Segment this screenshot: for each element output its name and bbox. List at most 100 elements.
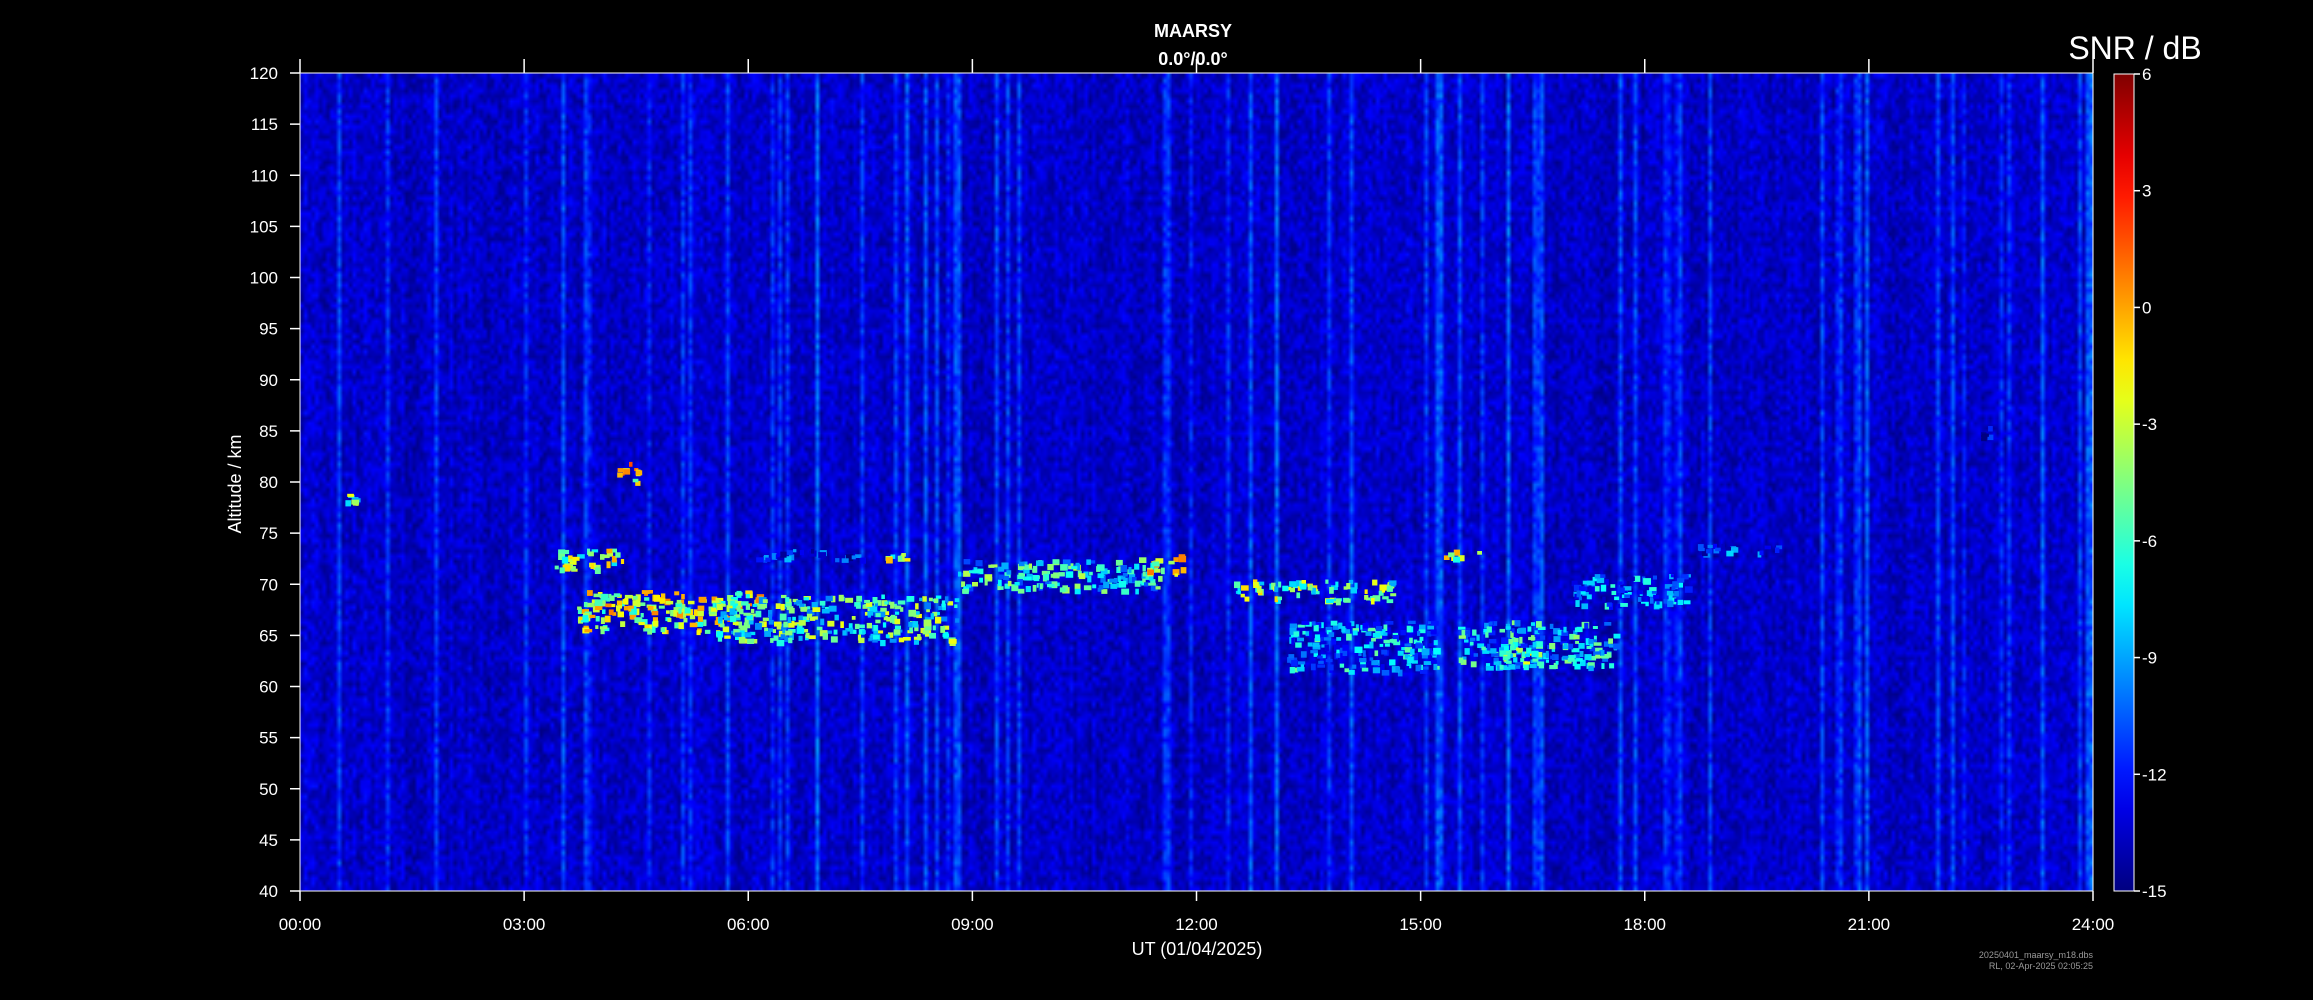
echo-cell <box>651 626 656 633</box>
echo-cell <box>1594 574 1601 579</box>
echo-cell <box>1516 647 1520 651</box>
echo-cell <box>594 567 601 574</box>
echo-cell <box>1001 562 1009 570</box>
echo-cell <box>1300 583 1307 588</box>
echo-cell <box>693 609 698 616</box>
echo-cell <box>1646 590 1653 596</box>
echo-cell <box>1568 643 1574 650</box>
echo-cell <box>1039 583 1043 590</box>
echo-cell <box>681 594 685 600</box>
echo-cell <box>1488 621 1493 626</box>
echo-cell <box>744 632 752 638</box>
y-tick-label: 75 <box>259 524 278 543</box>
echo-cell <box>1458 657 1464 664</box>
echo-cell <box>1715 547 1721 552</box>
echo-cell <box>796 600 803 605</box>
echo-cell <box>893 629 901 635</box>
echo-cell <box>722 603 726 607</box>
echo-cell <box>1381 670 1390 676</box>
echo-cell <box>788 607 795 614</box>
echo-cell <box>1427 625 1435 630</box>
echo-cell <box>1152 561 1160 567</box>
echo-cell <box>1405 666 1410 671</box>
echo-cell <box>1316 655 1323 659</box>
echo-cell <box>1103 581 1110 589</box>
echo-cell <box>600 554 605 560</box>
echo-cell <box>584 602 588 607</box>
echo-cell <box>654 595 660 602</box>
echo-cell <box>743 612 751 616</box>
echo-cell <box>752 603 757 607</box>
echo-cell <box>1339 663 1345 668</box>
echo-cell <box>572 556 580 561</box>
echo-cell <box>1579 651 1584 657</box>
chart: MAARSY 0.0°/0.0° SNR / dB 00:00 03:00 06:0… <box>0 0 2313 1000</box>
echo-cell <box>788 637 793 644</box>
echo-cell <box>643 628 651 632</box>
echo-cell <box>820 618 825 626</box>
echo-cell <box>647 606 654 611</box>
echo-cell <box>1352 664 1357 669</box>
echo-cell <box>1407 656 1414 664</box>
echo-cell <box>1237 588 1241 595</box>
echo-cell <box>678 608 682 614</box>
echo-cell <box>1335 581 1339 587</box>
echo-cell <box>1410 648 1415 655</box>
echo-cell <box>1305 631 1310 636</box>
echo-cell <box>848 623 853 629</box>
echo-cell <box>793 549 797 553</box>
echo-cell <box>866 622 872 629</box>
echo-cell <box>1346 622 1352 630</box>
echo-cell <box>1346 583 1351 590</box>
echo-cell <box>972 582 978 587</box>
echo-cell <box>554 565 559 570</box>
echo-cell <box>1588 665 1594 672</box>
echo-cell <box>1617 587 1625 593</box>
echo-cell <box>590 563 595 569</box>
echo-cell <box>807 613 813 618</box>
echo-cell <box>665 600 674 605</box>
echo-cell <box>776 624 782 630</box>
echo-cell <box>1087 575 1092 583</box>
echo-cell <box>940 616 948 622</box>
echo-cell <box>617 472 623 478</box>
echo-cell <box>1149 575 1154 581</box>
echo-cell <box>773 635 779 641</box>
echo-cell <box>1397 650 1404 656</box>
echo-cell <box>1649 597 1654 604</box>
echo-cell <box>1174 573 1178 577</box>
echo-cell <box>1367 627 1376 632</box>
echo-cell <box>1515 662 1523 666</box>
echo-cell <box>1395 666 1401 672</box>
echo-cell <box>822 632 828 640</box>
echo-cell <box>854 623 860 629</box>
echo-cell <box>1578 643 1585 649</box>
echo-cell <box>792 616 796 621</box>
echo-cell <box>1430 660 1437 664</box>
echo-cell <box>1288 654 1295 659</box>
echo-cell <box>1312 621 1316 626</box>
echo-cell <box>1530 635 1535 641</box>
echo-cell <box>1390 593 1397 597</box>
echo-cell <box>1610 584 1616 588</box>
echo-cell <box>796 627 805 634</box>
echo-cell <box>1588 639 1594 644</box>
echo-cell <box>1341 626 1346 633</box>
echo-cell <box>1545 659 1549 663</box>
y-tick-label: 85 <box>259 422 278 441</box>
echo-cell <box>681 604 686 609</box>
echo-cell <box>1344 668 1350 673</box>
echo-cell <box>788 623 795 628</box>
echo-cell <box>1336 649 1340 654</box>
echo-cell <box>616 600 623 606</box>
echo-cell <box>762 599 768 604</box>
echo-cell <box>1386 586 1393 592</box>
echo-cell <box>586 602 595 608</box>
echo-cell <box>1529 663 1537 669</box>
echo-cell <box>620 559 625 564</box>
echo-cell <box>697 605 705 611</box>
echo-cell <box>962 588 969 594</box>
echo-cell <box>739 608 744 615</box>
echo-cell <box>1653 594 1660 599</box>
echo-cell <box>651 610 659 616</box>
